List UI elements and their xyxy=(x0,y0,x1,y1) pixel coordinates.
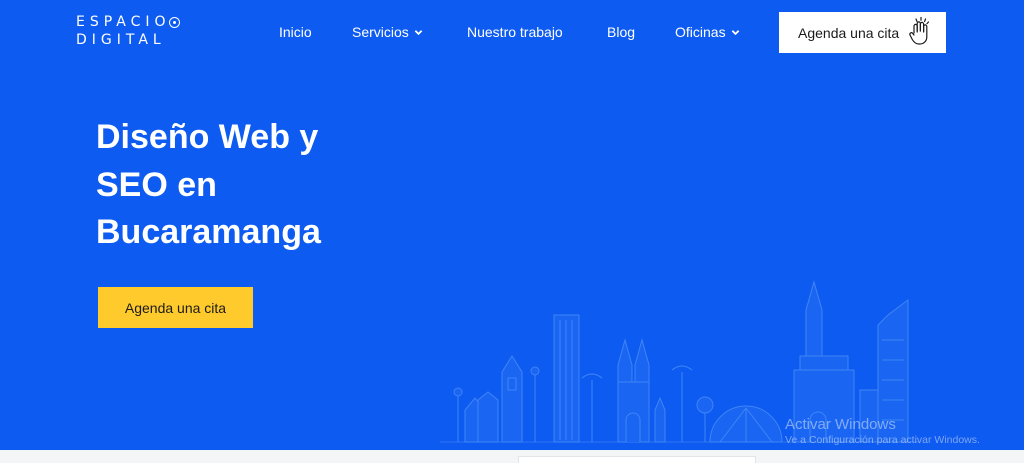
logo-line-1: ESPACIO xyxy=(76,14,171,30)
chevron-down-icon xyxy=(414,30,423,36)
chevron-down-icon xyxy=(731,30,739,36)
nav-item-servicios[interactable]: Servicios xyxy=(352,24,423,41)
next-section-edge xyxy=(0,450,1024,463)
nav-item-nuestro-trabajo[interactable]: Nuestro trabajo xyxy=(467,24,563,41)
hero-section: ESPACIO DIGITAL Inicio Servicios Nuestro… xyxy=(0,0,1024,450)
nav-item-inicio[interactable]: Inicio xyxy=(279,24,312,41)
logo-line-2: DIGITAL xyxy=(76,32,166,48)
header-appointment-label: Agenda una cita xyxy=(798,24,900,41)
watermark-subtitle: Ve a Configuración para activar Windows. xyxy=(785,434,980,446)
nav-item-label: Blog xyxy=(607,24,636,40)
hero-appointment-label: Agenda una cita xyxy=(124,299,227,316)
next-section-card xyxy=(518,456,756,463)
header-appointment-button[interactable]: Agenda una cita xyxy=(779,12,946,53)
nav-item-oficinas[interactable]: Oficinas xyxy=(675,24,740,41)
hero-appointment-button[interactable]: Agenda una cita xyxy=(98,287,253,328)
watermark-title: Activar Windows xyxy=(785,416,896,433)
windows-activation-watermark: Activar Windows Ve a Configuración para … xyxy=(785,416,980,447)
nav-item-label: Inicio xyxy=(279,24,312,40)
nav-item-blog[interactable]: Blog xyxy=(607,24,635,41)
waving-hand-icon xyxy=(909,16,930,45)
logo-ring-icon xyxy=(168,17,180,28)
hero-title: Diseño Web y SEO en Bucaramanga xyxy=(96,118,321,251)
nav-item-label: Servicios xyxy=(352,24,409,40)
nav-item-label: Oficinas xyxy=(675,24,726,40)
nav-item-label: Nuestro trabajo xyxy=(467,24,563,40)
espacio-digital-logo[interactable]: ESPACIO DIGITAL xyxy=(76,14,180,49)
